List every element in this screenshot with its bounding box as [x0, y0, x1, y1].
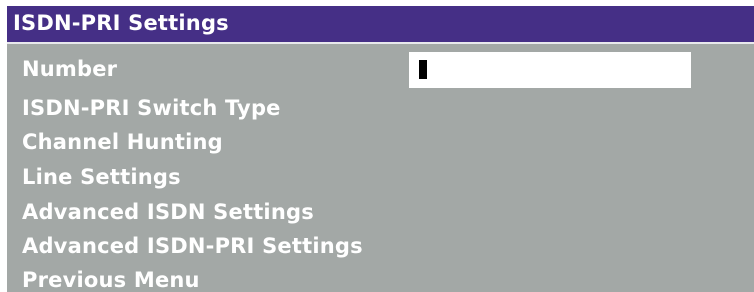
menu-item-advanced-isdn-pri-settings[interactable]: Advanced ISDN-PRI Settings — [22, 234, 363, 258]
menu-item-channel-hunting[interactable]: Channel Hunting — [22, 130, 223, 154]
title-bar: ISDN-PRI Settings — [7, 6, 754, 44]
number-input-field[interactable] — [409, 52, 691, 88]
menu-item-isdn-pri-switch-type[interactable]: ISDN-PRI Switch Type — [22, 96, 281, 120]
menu-item-advanced-isdn-settings[interactable]: Advanced ISDN Settings — [22, 200, 314, 224]
menu-item-line-settings[interactable]: Line Settings — [22, 165, 181, 189]
page-title: ISDN-PRI Settings — [13, 11, 229, 35]
isdn-pri-settings-panel: ISDN-PRI Settings Number ISDN-PRI Switch… — [7, 6, 754, 292]
menu-item-number[interactable]: Number — [22, 57, 117, 81]
text-cursor-icon — [419, 60, 427, 79]
menu-item-previous-menu[interactable]: Previous Menu — [22, 268, 200, 292]
